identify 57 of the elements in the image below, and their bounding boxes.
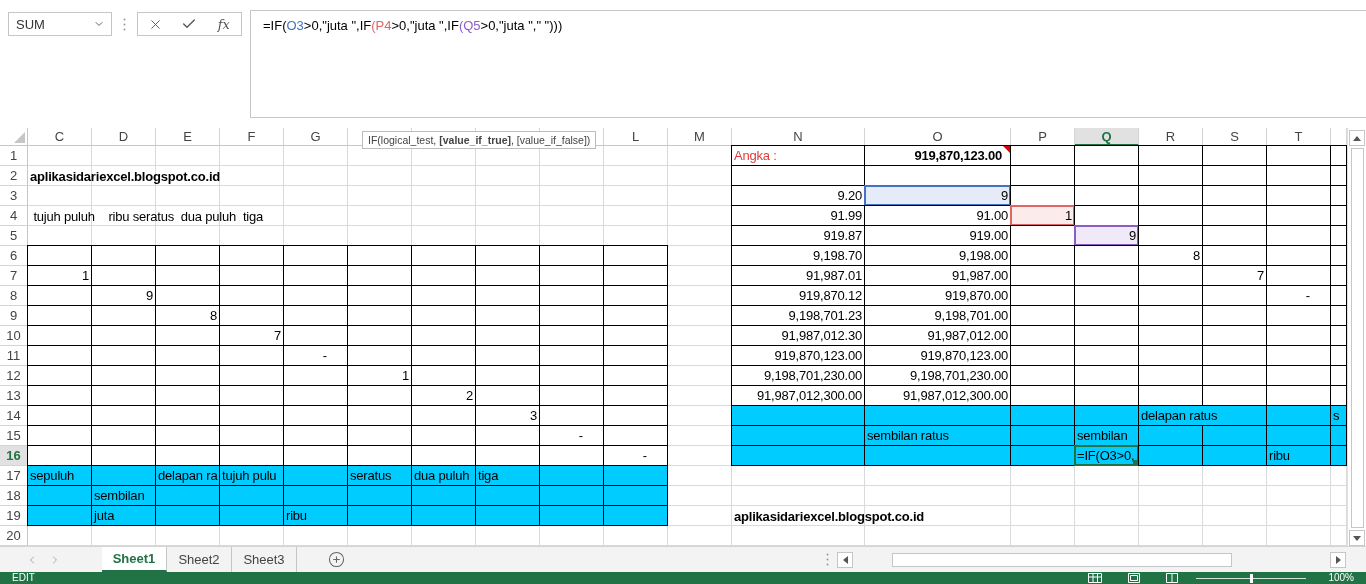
cell-text: aplikasidariexcel.blogspot.co.id (30, 169, 221, 185)
cell-text: 8 (209, 308, 217, 324)
cell-text: 91,987,012.00 (927, 328, 1008, 344)
cell-text: dua puluh (414, 468, 470, 484)
cell-text: 919,870,123.00 (774, 348, 862, 364)
cell-text: Angka : (734, 148, 777, 164)
cell-text: 9 (1000, 188, 1008, 204)
cell-text: 91,987,012,300.00 (756, 388, 862, 404)
cell-text: 9,198,701.00 (934, 308, 1008, 324)
cell-text: - (578, 428, 583, 444)
cell-text: tiga (478, 468, 499, 484)
cell-text: 1 (1064, 208, 1072, 224)
cell-text: 91,987,012,300.00 (902, 388, 1008, 404)
cell-text: 2 (465, 388, 473, 404)
cell-text: 9.20 (837, 188, 862, 204)
cell-text: sembilan (94, 488, 145, 504)
cell-text: 919,870,123.00 (920, 348, 1008, 364)
cell-text: 1 (401, 368, 409, 384)
cell-text: delapan ratus (1141, 408, 1218, 424)
cell-text: 9,198,701.23 (788, 308, 862, 324)
cell-text: 91.00 (976, 208, 1008, 224)
cell-text: - (322, 348, 327, 364)
cell-text: 1 (81, 268, 89, 284)
cell-text: ribu (286, 508, 307, 524)
status-mode: EDIT (12, 572, 35, 584)
cell-text: seratus (350, 468, 392, 484)
cell-text: 9,198.00 (959, 248, 1008, 264)
cell-text: 8 (1192, 248, 1200, 264)
cell-text: 9,198,701,230.00 (764, 368, 862, 384)
cell-text: aplikasidariexcel.blogspot.co.id (734, 509, 925, 525)
cell-text: 7 (273, 328, 281, 344)
cell-text: 919.00 (969, 228, 1008, 244)
cell-text: - (642, 448, 647, 464)
cell-text: 91.99 (830, 208, 862, 224)
cell-text: s (1333, 408, 1340, 424)
cell-text: 919,870.00 (944, 288, 1008, 304)
cell-text: 7 (1256, 268, 1264, 284)
cell-text: 91,987.01 (805, 268, 862, 284)
cell-text: 9,198.70 (813, 248, 862, 264)
cell-text: 91,987,012.30 (781, 328, 862, 344)
cell-text: tujuh pulu (222, 468, 277, 484)
cell-text: - (1305, 288, 1310, 304)
cell-text: ribu (1269, 448, 1290, 464)
cell-text: 9 (145, 288, 153, 304)
cell-text: sepuluh (30, 468, 75, 484)
cell-text: sembilan ratus (867, 428, 949, 444)
cell-text: 3 (529, 408, 537, 424)
cell-text: 919,870.12 (798, 288, 862, 304)
cell-text: 9 (1128, 228, 1136, 244)
cell-text: tujuh puluh ribu seratus dua puluh tiga (32, 209, 264, 225)
cell-text: juta (94, 508, 115, 524)
cell-text: 919.87 (823, 228, 862, 244)
cell-text: 91,987.00 (951, 268, 1008, 284)
cell-text: 9,198,701,230.00 (910, 368, 1008, 384)
function-tooltip: IF(logical_test, [value_if_true], [value_if_false]) (362, 131, 597, 149)
cell-text: sembilan (1077, 428, 1128, 444)
cell-text: 919,870,123.00 (914, 148, 1002, 164)
